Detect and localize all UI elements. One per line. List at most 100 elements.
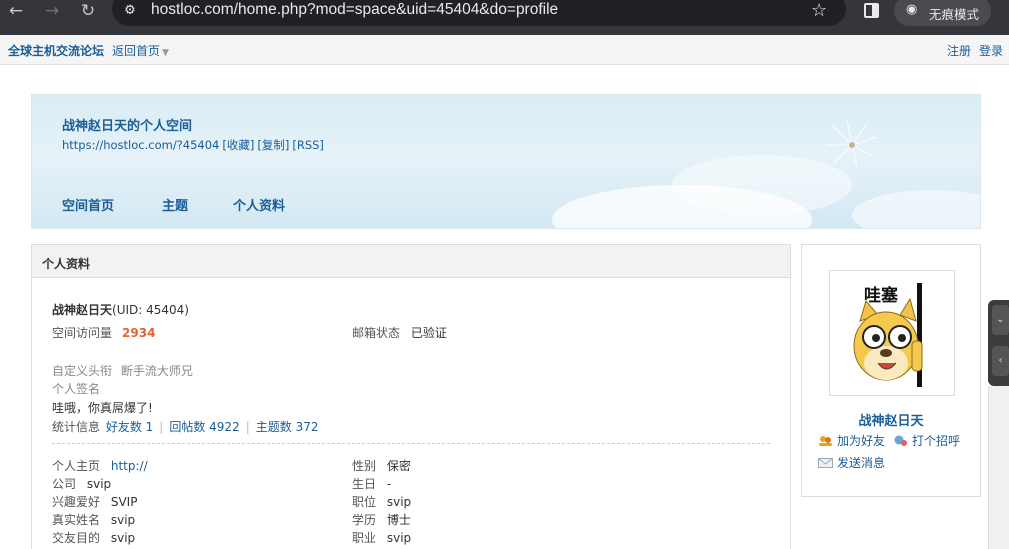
profile-uid: (UID: 45404): [112, 303, 189, 317]
custom-title-label: 自定义头衔: [52, 364, 113, 378]
tune-icon: ⚙: [124, 3, 136, 18]
floating-toolbar: ⌄ ‹: [988, 300, 1009, 386]
detail-value: svip: [86, 477, 112, 491]
site-name-link[interactable]: 全球主机交流论坛: [8, 42, 104, 59]
back-button[interactable]: ←: [5, 0, 27, 26]
bookmark-button[interactable]: ☆: [811, 0, 827, 21]
email-row: 邮箱状态 已验证: [352, 324, 447, 341]
detail-position: 职位 svip: [352, 493, 411, 510]
nav-threads[interactable]: 主题: [162, 195, 188, 214]
profile-panel: 个人资料 战神赵日天(UID: 45404) 空间访问量 2934 邮箱状态 已验…: [31, 244, 791, 549]
signature-value: 哇哦，你真屌爆了!: [52, 401, 153, 415]
detail-realname: 真实姓名 svip: [52, 511, 135, 528]
add-friend-label: 加为好友: [837, 434, 886, 448]
section-title: 个人资料: [32, 245, 790, 278]
detail-value: 博士: [386, 513, 411, 527]
detail-value: svip: [110, 531, 136, 545]
signature-label: 个人签名: [52, 382, 101, 396]
back-home-link[interactable]: 返回首页 ▼: [112, 42, 169, 59]
stats-label: 统计信息: [52, 420, 101, 434]
space-title: 战神赵日天的个人空间: [62, 119, 193, 134]
reload-icon: ↻: [80, 1, 96, 21]
detail-label: 学历: [352, 513, 377, 527]
forward-button[interactable]: →: [41, 0, 63, 26]
dandelion-decoration: [827, 119, 878, 168]
greet-label: 打个招呼: [912, 434, 961, 448]
username-row: 战神赵日天(UID: 45404): [52, 301, 189, 318]
visits-label: 空间访问量: [52, 326, 113, 340]
separator: |: [159, 420, 164, 434]
detail-company: 公司 svip: [52, 475, 111, 492]
cloud-decoration: [852, 190, 980, 228]
side-panel-icon[interactable]: [864, 3, 879, 18]
arrow-left-icon: ←: [8, 1, 24, 21]
detail-education: 学历 博士: [352, 511, 411, 528]
reload-button[interactable]: ↻: [77, 0, 99, 26]
detail-label: 个人主页: [52, 459, 101, 473]
copy-link[interactable]: [复制]: [257, 138, 289, 152]
avatar-image: 哇塞: [853, 283, 923, 387]
avatar[interactable]: 哇塞: [829, 270, 955, 396]
space-url-link[interactable]: https://hostloc.com/?45404: [62, 138, 219, 152]
greet-button[interactable]: 打个招呼: [893, 432, 960, 449]
profile-username: 战神赵日天: [52, 303, 113, 317]
incognito-badge[interactable]: ◉ 无痕模式: [894, 0, 991, 26]
send-message-button[interactable]: 发送消息: [818, 454, 885, 471]
separator: |: [245, 420, 250, 434]
detail-value: svip: [386, 531, 412, 545]
detail-label: 生日: [352, 477, 377, 491]
replies-link[interactable]: 回帖数 4922: [169, 420, 239, 434]
detail-label: 兴趣爱好: [52, 495, 101, 509]
avatar-caption: 哇塞: [864, 285, 899, 306]
detail-homepage: 个人主页 http://: [52, 457, 148, 474]
custom-title-value: 断手流大师兄: [120, 364, 193, 378]
detail-value: -: [386, 477, 392, 491]
favorite-link[interactable]: [收藏]: [222, 138, 254, 152]
space-links: https://hostloc.com/?45404 [收藏] [复制] [RSS]: [62, 137, 327, 153]
space-banner: 战神赵日天的个人空间 https://hostloc.com/?45404 [收藏…: [31, 94, 981, 229]
rss-link[interactable]: [RSS]: [292, 138, 324, 152]
detail-birthday: 生日 -: [352, 475, 391, 492]
detail-purpose: 交友目的 svip: [52, 529, 135, 546]
detail-value: svip: [110, 513, 136, 527]
back-home-label: 返回首页: [112, 44, 161, 58]
detail-label: 交友目的: [52, 531, 101, 545]
homepage-link[interactable]: http://: [111, 459, 148, 473]
visits-row: 空间访问量 2934: [52, 324, 155, 341]
sidebar-username[interactable]: 战神赵日天: [802, 410, 980, 429]
nav-profile[interactable]: 个人资料: [233, 195, 285, 214]
greet-icon: [894, 435, 907, 446]
detail-occupation: 职业 svip: [352, 529, 411, 546]
login-link[interactable]: 登录: [979, 42, 1003, 59]
user-card: 哇塞 战神赵日天 加为好友 打个招呼 发送消息: [801, 244, 981, 497]
email-label: 邮箱状态: [352, 326, 401, 340]
visits-count: 2934: [122, 326, 156, 340]
site-info-button[interactable]: ⚙: [121, 2, 139, 20]
detail-gender: 性别 保密: [352, 457, 411, 474]
add-friend-button[interactable]: 加为好友: [818, 432, 885, 449]
chevron-down-icon[interactable]: ⌄: [992, 305, 1009, 335]
site-topbar: 全球主机交流论坛 返回首页 ▼ 注册 登录: [0, 35, 1009, 65]
divider: [52, 443, 770, 444]
incognito-icon: ◉: [906, 2, 918, 17]
nav-space-home[interactable]: 空间首页: [62, 195, 114, 214]
register-link[interactable]: 注册: [947, 42, 971, 59]
email-value: 已验证: [410, 326, 447, 340]
arrow-right-icon: →: [44, 1, 60, 21]
chevron-left-icon[interactable]: ‹: [992, 346, 1009, 376]
url-text[interactable]: hostloc.com/home.php?mod=space&uid=45404…: [151, 1, 558, 19]
friends-link[interactable]: 好友数 1: [106, 420, 153, 434]
detail-label: 公司: [52, 477, 77, 491]
send-message-label: 发送消息: [837, 456, 886, 470]
detail-value: svip: [386, 495, 412, 509]
star-icon: ☆: [811, 0, 828, 21]
custom-title-row: 自定义头衔 断手流大师兄: [52, 362, 193, 379]
scrollbar[interactable]: [988, 386, 1009, 549]
incognito-label: 无痕模式: [929, 7, 980, 22]
detail-value: 保密: [386, 459, 411, 473]
detail-label: 真实姓名: [52, 513, 101, 527]
threads-link[interactable]: 主题数 372: [256, 420, 319, 434]
detail-hobbies: 兴趣爱好 SVIP: [52, 493, 137, 510]
detail-label: 职业: [352, 531, 377, 545]
detail-value: SVIP: [110, 495, 138, 509]
